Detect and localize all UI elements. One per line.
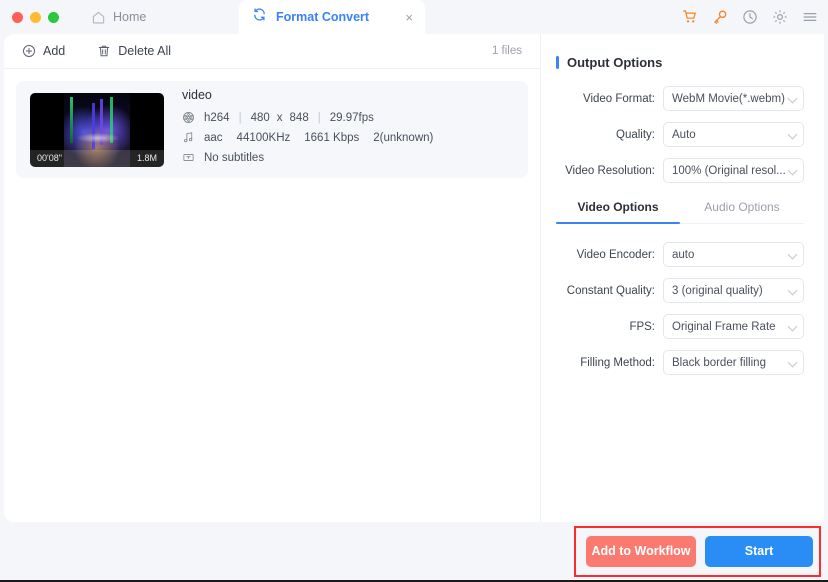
video-resolution-select[interactable]: 100% (Original resol... bbox=[663, 158, 804, 183]
subtitle-status: No subtitles bbox=[204, 151, 265, 164]
constant-quality-value: 3 (original quality) bbox=[672, 284, 763, 297]
file-count-label: 1 files bbox=[491, 45, 522, 57]
app-window: Home Format Convert × Add Delete All 1 f… bbox=[0, 0, 828, 582]
file-metadata: video h264 | 480 x 848 | 29.97fps aac 44… bbox=[182, 88, 433, 171]
menu-icon[interactable] bbox=[802, 9, 818, 25]
fps-select[interactable]: Original Frame Rate bbox=[663, 314, 804, 339]
chevron-down-icon bbox=[787, 165, 798, 175]
audio-channels: 2(unknown) bbox=[373, 131, 434, 144]
tab-video-options[interactable]: Video Options bbox=[556, 200, 680, 224]
video-codec: h264 bbox=[204, 111, 230, 124]
video-resolution-value: 100% (Original resol... bbox=[672, 164, 786, 177]
delete-all-button[interactable]: Delete All bbox=[97, 44, 171, 58]
content-area: Add Delete All 1 files 00'08" 1.8M video… bbox=[4, 34, 824, 522]
dimension-separator: x bbox=[276, 111, 283, 124]
action-buttons-highlight: Add to Workflow Start bbox=[574, 526, 821, 577]
thumbnail-info-bar: 00'08" 1.8M bbox=[30, 149, 164, 167]
close-window-button[interactable] bbox=[12, 11, 23, 23]
video-format-value: WebM Movie(*.webm) bbox=[672, 92, 785, 105]
constant-quality-label: Constant Quality: bbox=[566, 284, 655, 297]
start-button[interactable]: Start bbox=[705, 535, 813, 567]
quality-label: Quality: bbox=[616, 128, 655, 141]
music-note-icon bbox=[182, 131, 204, 144]
trash-icon bbox=[97, 44, 111, 58]
field-fps: FPS: Original Frame Rate bbox=[556, 314, 804, 339]
constant-quality-select[interactable]: 3 (original quality) bbox=[663, 278, 804, 303]
chevron-down-icon bbox=[787, 129, 798, 139]
system-icon-bar bbox=[682, 0, 818, 34]
tab-home-label: Home bbox=[113, 10, 147, 24]
quality-value: Auto bbox=[672, 128, 696, 141]
add-button-label: Add bbox=[43, 44, 66, 58]
quality-select[interactable]: Auto bbox=[663, 122, 804, 147]
fps-value: Original Frame Rate bbox=[672, 320, 776, 333]
chevron-down-icon bbox=[787, 357, 798, 367]
tab-format-convert-label: Format Convert bbox=[276, 10, 370, 24]
video-encoder-value: auto bbox=[672, 248, 695, 261]
file-list-pane: Add Delete All 1 files 00'08" 1.8M video… bbox=[4, 34, 541, 522]
key-icon[interactable] bbox=[712, 9, 728, 25]
file-toolbar: Add Delete All 1 files bbox=[4, 34, 540, 69]
chevron-down-icon bbox=[787, 321, 798, 331]
clock-icon[interactable] bbox=[742, 9, 758, 25]
video-encoder-select[interactable]: auto bbox=[663, 242, 804, 267]
minimize-window-button[interactable] bbox=[30, 11, 41, 23]
video-filesize: 1.8M bbox=[136, 153, 157, 163]
chevron-down-icon bbox=[787, 249, 798, 259]
close-tab-icon[interactable]: × bbox=[405, 11, 413, 24]
add-button[interactable]: Add bbox=[22, 44, 65, 58]
audio-bitrate: 1661 Kbps bbox=[304, 131, 360, 144]
tab-audio-options[interactable]: Audio Options bbox=[680, 200, 804, 223]
meta-separator: | bbox=[238, 111, 242, 124]
subtitle-info: No subtitles bbox=[182, 151, 433, 164]
window-controls[interactable] bbox=[0, 11, 59, 23]
audio-codec: aac bbox=[204, 131, 223, 144]
field-video-resolution: Video Resolution: 100% (Original resol..… bbox=[556, 158, 804, 183]
video-options-panel: Video Encoder: auto Constant Quality: 3 … bbox=[556, 242, 804, 375]
maximize-window-button[interactable] bbox=[48, 11, 59, 23]
tab-format-convert[interactable]: Format Convert × bbox=[239, 0, 425, 34]
film-reel-icon bbox=[182, 111, 204, 124]
add-to-workflow-button[interactable]: Add to Workflow bbox=[586, 535, 696, 567]
video-width: 480 bbox=[250, 111, 270, 124]
file-name: video bbox=[182, 88, 212, 102]
video-height: 848 bbox=[289, 111, 309, 124]
file-list-item[interactable]: 00'08" 1.8M video h264 | 480 x 848 | 29.… bbox=[16, 81, 528, 178]
filling-method-label: Filling Method: bbox=[580, 356, 655, 369]
video-encoder-label: Video Encoder: bbox=[576, 248, 655, 261]
field-video-encoder: Video Encoder: auto bbox=[556, 242, 804, 267]
home-icon bbox=[91, 10, 106, 25]
tab-home[interactable]: Home bbox=[79, 0, 158, 34]
video-thumbnail[interactable]: 00'08" 1.8M bbox=[30, 92, 164, 167]
video-framerate: 29.97fps bbox=[329, 111, 374, 124]
cart-icon[interactable] bbox=[682, 9, 698, 25]
output-options-title: Output Options bbox=[556, 55, 804, 70]
plus-circle-icon bbox=[22, 44, 36, 58]
field-filling-method: Filling Method: Black border filling bbox=[556, 350, 804, 375]
options-tab-bar: Video Options Audio Options bbox=[556, 200, 804, 224]
video-resolution-label: Video Resolution: bbox=[565, 164, 655, 177]
video-duration: 00'08" bbox=[37, 153, 62, 163]
output-options-pane: Output Options Video Format: WebM Movie(… bbox=[541, 34, 824, 522]
footer-bar: Add to Workflow Start bbox=[0, 522, 828, 580]
video-format-select[interactable]: WebM Movie(*.webm) bbox=[663, 86, 804, 111]
subtitle-icon bbox=[182, 151, 204, 164]
delete-all-button-label: Delete All bbox=[118, 44, 172, 58]
audio-stream-info: aac 44100KHz 1661 Kbps 2(unknown) bbox=[182, 131, 433, 144]
gear-icon[interactable] bbox=[772, 9, 788, 25]
field-video-format: Video Format: WebM Movie(*.webm) bbox=[556, 86, 804, 111]
audio-sample-rate: 44100KHz bbox=[236, 131, 291, 144]
meta-separator-2: | bbox=[317, 111, 321, 124]
field-quality: Quality: Auto bbox=[556, 122, 804, 147]
filling-method-value: Black border filling bbox=[672, 356, 766, 369]
convert-icon bbox=[252, 7, 267, 27]
title-bar: Home Format Convert × bbox=[0, 0, 828, 34]
chevron-down-icon bbox=[787, 93, 798, 103]
video-stream-info: h264 | 480 x 848 | 29.97fps bbox=[182, 111, 433, 124]
field-constant-quality: Constant Quality: 3 (original quality) bbox=[556, 278, 804, 303]
fps-label: FPS: bbox=[629, 320, 655, 333]
chevron-down-icon bbox=[787, 285, 798, 295]
video-format-label: Video Format: bbox=[582, 92, 655, 105]
filling-method-select[interactable]: Black border filling bbox=[663, 350, 804, 375]
